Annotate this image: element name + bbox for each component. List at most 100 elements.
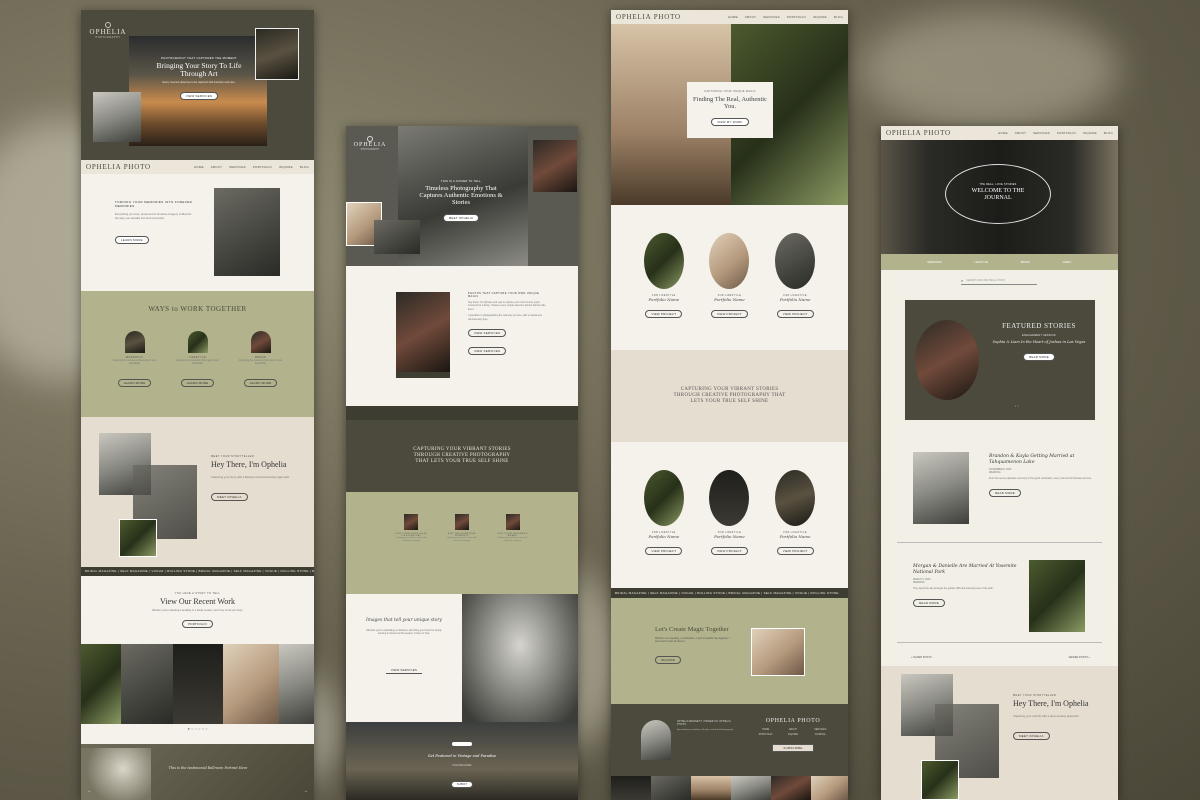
view-my-work-button[interactable]: VIEW MY WORK [711,118,749,126]
subscribe-button[interactable]: SUBSCRIBE [772,744,814,752]
post-2-read-more-button[interactable]: READ MORE [913,598,945,607]
featured-script: Sophia & Liam In the Heart of Joshua in … [992,340,1086,344]
nav-link-about[interactable]: ABOUT [745,15,756,19]
ways-learn-more-button[interactable]: LEARN MORE [180,379,215,387]
hero-card: CAPTURING YOUR UNIQUE MAGIC Finding The … [687,82,773,138]
nav-link-portfolio[interactable]: PORTFOLIO [787,15,806,19]
portfolio-name: Portfolio Name [714,297,745,302]
category-weddings[interactable]: WEDDINGS [927,261,941,264]
learn-more-button[interactable]: LEARN MORE [115,236,149,244]
meet-ophelia-button[interactable]: MEET OPHELIA [442,214,480,222]
library-photo [396,292,450,372]
service-text: Helping you tell your story with authent… [396,537,427,542]
older-posts-link[interactable]: « OLDER POSTS [911,656,932,659]
nav-link-portfolio[interactable]: PORTFOLIO [1057,131,1076,135]
ways-text: Capturing the moments that matter most, … [238,359,283,365]
ways-learn-more-button[interactable]: LEARN MORE [243,379,278,387]
motion-portrait-photo [462,594,578,722]
arrow-right-icon[interactable]: → [303,788,308,794]
portfolio-name: Portfolio Name [648,534,680,539]
view-project-button[interactable]: VIEW PROJECT [645,310,683,318]
hero-text: Every moment deserves to be captured wit… [162,81,236,84]
portfolio-photo [643,470,684,526]
post-1-read-more-button[interactable]: READ MORE [989,488,1021,497]
footer-link-portfolio[interactable]: PORTFOLIO [753,733,778,736]
footer-link-services[interactable]: SERVICES [808,728,833,731]
recent-kicker: YOU HAVE A STORY TO TELL [174,592,221,595]
meet-section: MEET YOUR STORYTELLER Hey There, I'm Oph… [81,417,314,567]
meet-ophelia-button[interactable]: MEET OPHELIA [211,493,248,501]
ways-learn-more-button[interactable]: LEARN MORE [117,379,152,387]
service-photo-2 [454,514,469,530]
nav-link-inquire[interactable]: INQUIRE [813,15,827,19]
nav-link-services[interactable]: SERVICES [1033,131,1050,135]
service-photo-3 [505,514,520,530]
portfolio-button[interactable]: PORTFOLIO [181,620,214,628]
about-section: PHOTOS THAT CAPTURE YOUR OWN UNIQUE MAGI… [346,266,578,406]
nav-link-about[interactable]: ABOUT [211,165,222,169]
ways-text: Capturing the moments that matter most, … [112,359,157,365]
nav-link-services[interactable]: SERVICES [763,15,780,19]
footer-link-about[interactable]: ABOUT [780,728,805,731]
nav-link-home[interactable]: HOME [194,165,204,169]
nav-brand[interactable]: OPHELIA PHOTO [86,163,151,171]
post-1-title: Brandon & Kayla Getting Married at Tahqu… [989,454,1075,465]
nav-link-services[interactable]: SERVICES [229,165,246,169]
footer-gallery-1 [611,776,651,800]
view-more-button[interactable]: VIEW SERVICES [468,347,507,356]
category-lifestyle[interactable]: LIFESTYLE [974,261,988,264]
view-project-button[interactable]: VIEW PROJECT [776,547,814,555]
footer-owner-text: Specializing in weddings, lifestyle, and… [677,729,734,731]
footer-script: Get Featured in Vintage and Paradise [427,754,497,758]
view-project-button[interactable]: VIEW PROJECT [711,547,748,555]
nav-link-inquire[interactable]: INQUIRE [279,165,293,169]
story-section: Images that tell your unique story Wheth… [346,594,462,722]
website-mockup-home-2: OPHELIA PHOTOGRAPHY THIS IS A KICKER TO … [346,126,578,800]
brand-photo [250,331,271,353]
category-brand[interactable]: BRAND [1021,261,1030,264]
featured-read-more-button[interactable]: READ MORE [1023,352,1055,361]
footer-gallery-2 [651,776,691,800]
nav-link-blog[interactable]: BLOG [1104,131,1113,135]
carousel-dots-icon[interactable]: ● ○ ○ ○ ○ ○ [81,726,314,731]
nav-link-inquire[interactable]: INQUIRE [1083,131,1097,135]
meet-ophelia-button[interactable]: MEET OPHELIA [1013,732,1050,740]
nav-brand[interactable]: OPHELIA PHOTO [886,129,951,137]
portfolio-photo [775,470,816,526]
nav-link-blog[interactable]: BLOG [834,15,843,19]
featured-dots-icon[interactable]: • ○ [1015,404,1019,408]
footer-gallery-3 [691,776,731,800]
footer-gallery-6 [811,776,848,800]
services-section: FOR YOUR ONCE-IN-A-LIFETIME DAY Helping … [346,492,578,594]
nav-link-portfolio[interactable]: PORTFOLIO [253,165,272,169]
nav-brand[interactable]: OPHELIA PHOTO [616,13,681,21]
search-icon: ⌕ [961,277,964,283]
view-project-button[interactable]: VIEW PROJECT [645,547,683,555]
nav-link-home[interactable]: HOME [728,15,738,19]
search-input[interactable]: ⌕ SEARCH AND FIND SMALL STORY [961,276,1037,285]
inquire-button[interactable]: INQUIRE [655,655,681,664]
post-1-category: WEDDING [989,471,1001,475]
footer-link-inquire[interactable]: INQUIRE [780,733,805,736]
footer-link-journal[interactable]: JOURNAL [808,733,833,736]
footer-submit-button[interactable]: SUBMIT [450,781,474,788]
footer-link-home[interactable]: HOME [753,728,778,731]
nav-link-blog[interactable]: BLOG [300,165,309,169]
view-project-button[interactable]: VIEW PROJECT [776,310,814,318]
testimonial-script: This is the testimonial Ballroom Portrai… [168,766,248,770]
view-project-button[interactable]: VIEW PROJECT [711,310,748,318]
arrow-left-icon[interactable]: ← [87,788,92,794]
portfolio-name: Portfolio Name [714,534,745,539]
story-button[interactable]: VIEW SERVICES [385,667,423,674]
post-2-photo [1029,560,1085,632]
service-photo-1 [404,514,419,530]
hero-kicker: THIS IS A KICKER TO TELL [441,180,481,183]
view-services-button[interactable]: VIEW SERVICES [179,92,219,100]
gallery-photo-2 [121,644,173,724]
footer-kicker: FOLLOW ALONG [452,764,472,767]
nav-link-about[interactable]: ABOUT [1015,131,1026,135]
view-services-button[interactable]: VIEW SERVICES [468,329,507,338]
nav-link-home[interactable]: HOME [998,131,1008,135]
newer-posts-link[interactable]: NEWER POSTS » [1069,656,1090,659]
category-family[interactable]: FAMILY [1063,261,1072,264]
